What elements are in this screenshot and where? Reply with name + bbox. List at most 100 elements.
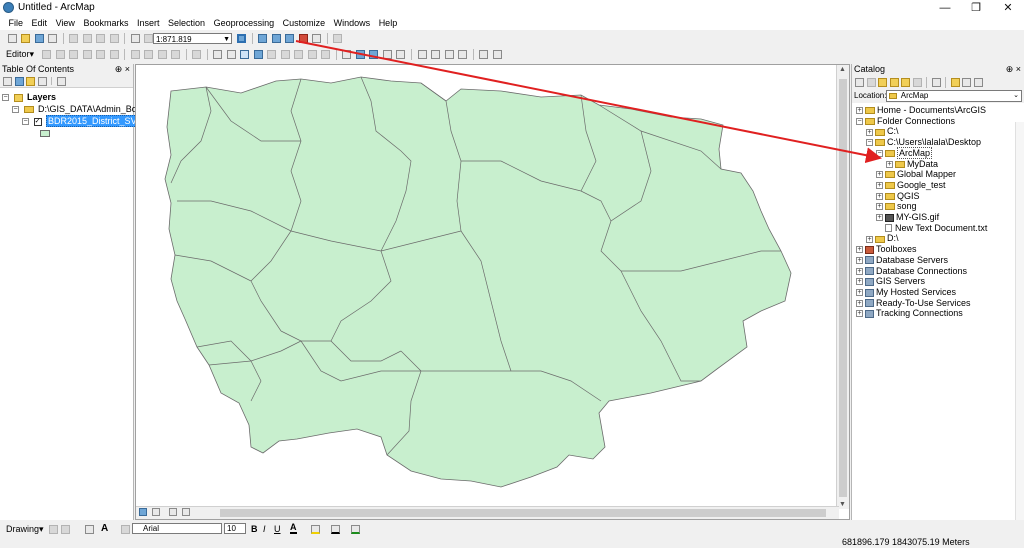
close-button[interactable]: ✕ xyxy=(993,0,1023,16)
catalog-item[interactable]: + Google_test xyxy=(876,180,946,191)
expand-icon[interactable]: + xyxy=(886,160,893,168)
list-by-visibility-icon[interactable] xyxy=(26,77,36,86)
bold-button[interactable]: B xyxy=(251,524,258,534)
options-icon[interactable] xyxy=(56,77,66,86)
italic-button[interactable]: I xyxy=(263,524,266,534)
split-icon[interactable] xyxy=(130,50,140,59)
html-popup-icon[interactable] xyxy=(382,50,392,59)
go-back-icon[interactable] xyxy=(294,50,304,59)
connect-folder-icon[interactable] xyxy=(901,78,911,87)
chevron-down-icon[interactable]: ⌄ xyxy=(1013,91,1019,101)
attributes-icon[interactable] xyxy=(157,50,167,59)
point-icon[interactable] xyxy=(109,50,119,59)
marker-color-icon[interactable] xyxy=(351,525,360,534)
catalog-item[interactable]: + MyData xyxy=(886,159,938,170)
scroll-down-icon[interactable]: ▼ xyxy=(839,501,846,508)
location-input[interactable]: ArcMap ⌄ xyxy=(886,90,1022,102)
list-by-drawing-order-icon[interactable] xyxy=(3,77,12,86)
zoom-in-icon[interactable] xyxy=(213,50,223,59)
disconnect-folder-icon[interactable] xyxy=(912,78,922,87)
expand-icon[interactable]: + xyxy=(856,310,863,318)
refresh-icon[interactable] xyxy=(169,508,178,516)
minimize-button[interactable]: — xyxy=(930,0,960,16)
edit-vertices-icon[interactable] xyxy=(121,525,130,534)
map-display[interactable]: ▲ ▼ xyxy=(135,64,850,520)
map-vertical-scrollbar[interactable]: ▲ ▼ xyxy=(836,65,849,509)
copy-icon[interactable] xyxy=(82,34,92,43)
collapse-icon[interactable]: − xyxy=(2,94,9,102)
drawing-menu[interactable]: Drawing▾ xyxy=(6,524,44,535)
menu-view[interactable]: View xyxy=(53,16,78,30)
expand-icon[interactable]: + xyxy=(856,256,863,264)
underline-button[interactable]: U xyxy=(274,524,281,534)
straight-segment-icon[interactable] xyxy=(69,50,79,59)
catalog-item[interactable]: New Text Document.txt xyxy=(876,223,987,234)
catalog-item[interactable]: + Toolboxes xyxy=(856,244,917,255)
catalog-item[interactable]: + Database Connections xyxy=(856,266,967,277)
edit-tool-icon[interactable] xyxy=(42,50,52,59)
delete-icon[interactable] xyxy=(109,34,119,43)
menu-windows[interactable]: Windows xyxy=(331,16,374,30)
full-extent-icon[interactable] xyxy=(253,50,263,59)
collapse-icon[interactable]: − xyxy=(12,106,19,114)
collapse-icon[interactable]: − xyxy=(22,118,29,126)
expand-icon[interactable]: + xyxy=(856,289,863,297)
catalog-item[interactable]: − ArcMap xyxy=(876,146,933,159)
hyperlink-icon[interactable] xyxy=(369,50,379,59)
rotate-icon[interactable] xyxy=(61,525,70,534)
catalog-item[interactable]: + Tracking Connections xyxy=(856,308,963,319)
toc-folder-row[interactable]: − D:\GIS_DATA\Admin_Bound xyxy=(12,104,152,115)
save-icon[interactable] xyxy=(34,34,44,43)
expand-icon[interactable]: + xyxy=(876,182,883,190)
layout-view-icon[interactable] xyxy=(492,50,502,59)
sketch-properties-icon[interactable] xyxy=(171,50,181,59)
sync-icon[interactable] xyxy=(962,78,972,87)
zoom-out-icon[interactable] xyxy=(226,50,236,59)
expand-icon[interactable]: + xyxy=(856,299,863,307)
catalog-item[interactable]: − Folder Connections xyxy=(856,116,955,127)
font-color-icon[interactable]: A xyxy=(290,523,297,534)
chevron-down-icon[interactable]: ▼ xyxy=(223,34,230,45)
layer-visibility-checkbox[interactable]: ✓ xyxy=(33,117,42,126)
font-size-select[interactable]: 10 xyxy=(224,523,246,534)
editor-toolbar-icon[interactable] xyxy=(237,34,246,43)
scroll-thumb[interactable] xyxy=(839,79,847,497)
maximize-button[interactable]: ❐ xyxy=(961,0,991,16)
options-icon[interactable] xyxy=(973,78,983,87)
map-canvas[interactable] xyxy=(136,65,850,520)
print-icon[interactable] xyxy=(48,34,58,43)
forward-icon[interactable] xyxy=(866,78,876,87)
menu-file[interactable]: File xyxy=(6,16,27,30)
scroll-up-icon[interactable]: ▲ xyxy=(839,66,846,73)
pin-close-icon[interactable]: ⊕ × xyxy=(115,64,130,75)
fixed-zoom-in-icon[interactable] xyxy=(267,50,277,59)
line-color-icon[interactable] xyxy=(331,525,340,534)
expand-icon[interactable]: + xyxy=(876,192,883,200)
measure-icon[interactable] xyxy=(396,50,406,59)
find-route-icon[interactable] xyxy=(431,50,441,59)
catalog-item[interactable]: + Home - Documents\ArcGIS xyxy=(856,105,986,116)
table-of-contents-window-icon[interactable] xyxy=(258,34,268,43)
list-by-source-icon[interactable] xyxy=(14,77,24,86)
text-tool-icon[interactable]: A xyxy=(101,523,108,534)
pan-icon[interactable] xyxy=(240,50,250,59)
identify-icon[interactable] xyxy=(355,50,365,59)
menu-selection[interactable]: Selection xyxy=(165,16,208,30)
end-point-arc-icon[interactable] xyxy=(82,50,92,59)
menu-geoprocessing[interactable]: Geoprocessing xyxy=(211,16,278,30)
font-name-select[interactable]: Arial xyxy=(132,523,222,534)
catalog-item[interactable]: + QGIS xyxy=(876,191,920,202)
expand-icon[interactable]: + xyxy=(856,107,863,115)
select-elements-icon[interactable] xyxy=(49,525,58,534)
catalog-item[interactable]: + C:\ xyxy=(866,126,899,137)
pin-close-icon[interactable]: ⊕ × xyxy=(1006,64,1021,75)
create-features-icon[interactable] xyxy=(192,50,202,59)
expand-icon[interactable]: + xyxy=(856,246,863,254)
editor-menu[interactable]: Editor▾ xyxy=(6,49,34,60)
arctoolbox-icon[interactable] xyxy=(298,34,308,43)
catalog-scrollbar[interactable] xyxy=(1015,122,1024,520)
rotate-icon[interactable] xyxy=(144,50,154,59)
layer-symbol-swatch[interactable] xyxy=(40,130,50,137)
toc-layer-row[interactable]: − ✓ BDR2015_District_SVNK xyxy=(22,115,152,127)
go-forward-icon[interactable] xyxy=(307,50,317,59)
